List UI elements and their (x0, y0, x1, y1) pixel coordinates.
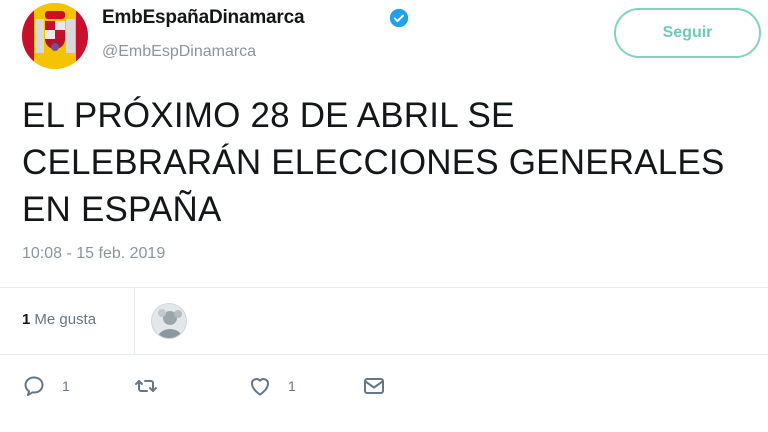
divider (0, 287, 768, 288)
divider (0, 354, 768, 355)
author-avatar[interactable] (22, 3, 88, 69)
like-button[interactable]: 1 (248, 374, 296, 398)
liker-avatar[interactable] (151, 303, 187, 339)
like-count: 1 (288, 378, 296, 394)
verified-badge-icon (389, 8, 409, 28)
reply-button[interactable]: 1 (22, 374, 70, 398)
retweet-button[interactable] (134, 374, 174, 398)
user-avatar-icon (152, 304, 186, 338)
likes-stat[interactable]: 1 Me gusta (22, 311, 96, 328)
author-display-name[interactable]: EmbEspañaDinamarca (102, 7, 305, 29)
tweet-text: EL PRÓXIMO 28 DE ABRIL SE CELEBRARÁN ELE… (22, 92, 762, 233)
tweet-text-line: EN ESPAÑA (22, 190, 222, 229)
direct-message-button[interactable] (362, 374, 386, 398)
reply-icon (24, 376, 44, 396)
heart-icon (251, 378, 269, 396)
reply-count: 1 (62, 378, 70, 394)
author-handle[interactable]: @EmbEspDinamarca (102, 43, 256, 61)
tweet-text-line: EL PRÓXIMO 28 DE ABRIL SE (22, 96, 515, 135)
retweet-icon (135, 380, 157, 392)
tweet-timestamp[interactable]: 10:08 - 15 feb. 2019 (22, 245, 165, 263)
envelope-icon (364, 378, 384, 394)
tweet-text-line: CELEBRARÁN ELECCIONES GENERALES (22, 143, 725, 182)
divider (134, 287, 135, 354)
follow-button[interactable]: Seguir (614, 8, 761, 58)
coat-of-arms-icon (22, 3, 88, 69)
likes-count: 1 (22, 311, 31, 328)
likes-label: Me gusta (34, 311, 97, 328)
